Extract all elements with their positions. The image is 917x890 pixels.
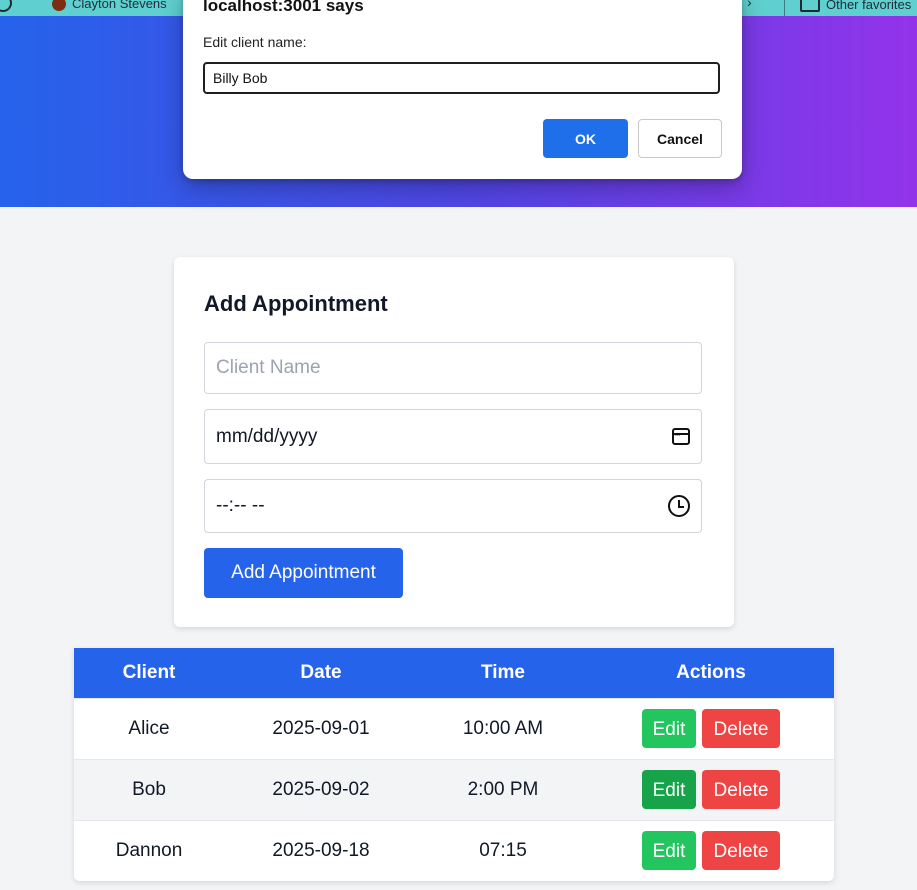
- date-placeholder: mm/dd/yyyy: [216, 425, 318, 447]
- delete-button[interactable]: Delete: [702, 709, 780, 748]
- bookmark-other-favorites[interactable]: Other favorites: [800, 0, 911, 12]
- edit-button[interactable]: Edit: [642, 831, 696, 871]
- cell-client: Dannon: [115, 839, 183, 861]
- bookmark-item[interactable]: Clayton Stevens: [52, 0, 167, 11]
- calendar-icon[interactable]: [672, 428, 690, 445]
- chevron-right-icon[interactable]: ›: [747, 0, 752, 10]
- delete-button[interactable]: Delete: [702, 831, 780, 871]
- appointments-table: Client Date Time Actions Alice 2025-09-0…: [74, 648, 834, 881]
- dialog-input[interactable]: [203, 62, 720, 94]
- header-date: Date: [300, 661, 342, 683]
- delete-button[interactable]: Delete: [702, 770, 780, 809]
- cell-time: 2:00 PM: [467, 778, 539, 800]
- cell-actions: Edit Delete: [588, 698, 834, 759]
- table-row: Dannon 2025-09-18 07:15 Edit Delete: [74, 820, 834, 881]
- header-time: Time: [480, 661, 525, 683]
- form-title: Add Appointment: [204, 291, 388, 316]
- ok-button[interactable]: OK: [543, 119, 628, 158]
- bookmark-label: Clayton Stevens: [72, 0, 167, 11]
- cell-client: Bob: [132, 778, 166, 800]
- header-actions: Actions: [676, 661, 746, 683]
- cell-time: 07:15: [479, 839, 527, 861]
- header-client: Client: [122, 661, 176, 683]
- clock-icon[interactable]: [668, 495, 690, 517]
- add-appointment-button[interactable]: Add Appointment: [204, 548, 403, 598]
- table-row: Alice 2025-09-01 10:00 AM Edit Delete: [74, 698, 834, 759]
- edit-button[interactable]: Edit: [642, 770, 696, 809]
- client-name-input[interactable]: [204, 342, 702, 394]
- cell-actions: Edit Delete: [588, 820, 834, 881]
- cell-date: 2025-09-18: [272, 839, 370, 861]
- cell-date: 2025-09-01: [272, 717, 370, 739]
- folder-icon: [800, 0, 820, 12]
- table-row: Bob 2025-09-02 2:00 PM Edit Delete: [74, 759, 834, 820]
- date-input[interactable]: mm/dd/yyyy: [204, 409, 702, 464]
- cell-date: 2025-09-02: [272, 778, 370, 800]
- bookmark-label: Other favorites: [826, 0, 912, 12]
- cancel-button[interactable]: Cancel: [638, 119, 722, 158]
- add-appointment-card: Add Appointment mm/dd/yyyy --:-- -- Add …: [174, 257, 734, 627]
- time-placeholder: --:-- --: [216, 495, 265, 516]
- dialog-message: Edit client name:: [203, 34, 307, 50]
- edit-button[interactable]: Edit: [642, 709, 696, 748]
- cell-time: 10:00 AM: [462, 717, 544, 739]
- time-input[interactable]: --:-- --: [204, 479, 702, 533]
- cell-actions: Edit Delete: [588, 759, 834, 820]
- table-header-row: Client Date Time Actions: [74, 648, 834, 698]
- dialog-title: localhost:3001 says: [203, 0, 364, 15]
- divider: [784, 0, 785, 16]
- bookmark-icon[interactable]: [0, 0, 12, 12]
- cell-client: Alice: [128, 717, 170, 739]
- avatar-icon: [52, 0, 66, 11]
- prompt-dialog: localhost:3001 says Edit client name: OK…: [183, 0, 742, 179]
